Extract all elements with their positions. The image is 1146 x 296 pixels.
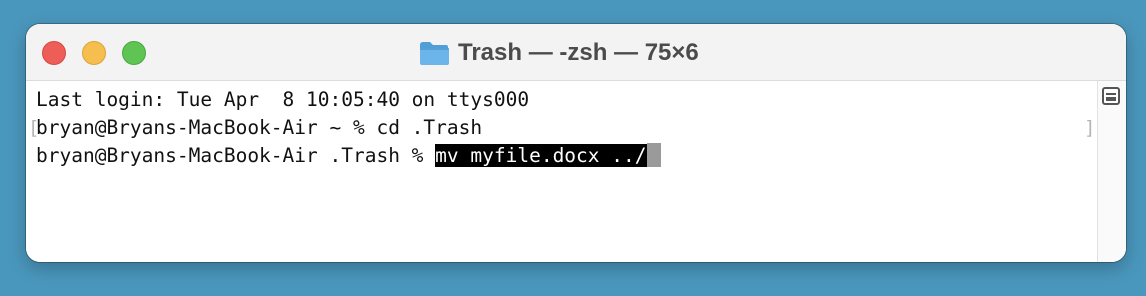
line-marker-right: ] bbox=[1084, 117, 1096, 139]
selected-command-text[interactable]: mv myfile.docx ../ bbox=[435, 144, 647, 167]
split-pane-icon[interactable] bbox=[1102, 87, 1120, 105]
terminal-content[interactable]: Last login: Tue Apr 8 10:05:40 on ttys00… bbox=[26, 81, 1126, 262]
window-title-area: Trash — -zsh — 75×6 bbox=[418, 38, 699, 68]
terminal-cursor bbox=[646, 143, 661, 167]
terminal-line-login: Last login: Tue Apr 8 10:05:40 on ttys00… bbox=[36, 88, 530, 111]
terminal-line-cd: bryan@Bryans-MacBook-Air ~ % cd .Trash bbox=[36, 116, 483, 139]
terminal-prompt: bryan@Bryans-MacBook-Air .Trash % bbox=[36, 144, 436, 167]
terminal-line-current: bryan@Bryans-MacBook-Air .Trash % mv myf… bbox=[36, 142, 661, 170]
scroll-gutter bbox=[1097, 81, 1126, 262]
folder-icon bbox=[420, 42, 449, 65]
terminal-window: Trash — -zsh — 75×6 Last login: Tue Apr … bbox=[26, 24, 1126, 262]
minimize-button[interactable] bbox=[82, 41, 106, 65]
close-button[interactable] bbox=[42, 41, 66, 65]
window-title: Trash — -zsh — 75×6 bbox=[458, 39, 699, 66]
title-bar[interactable]: Trash — -zsh — 75×6 bbox=[26, 24, 1126, 81]
maximize-button[interactable] bbox=[122, 41, 146, 65]
